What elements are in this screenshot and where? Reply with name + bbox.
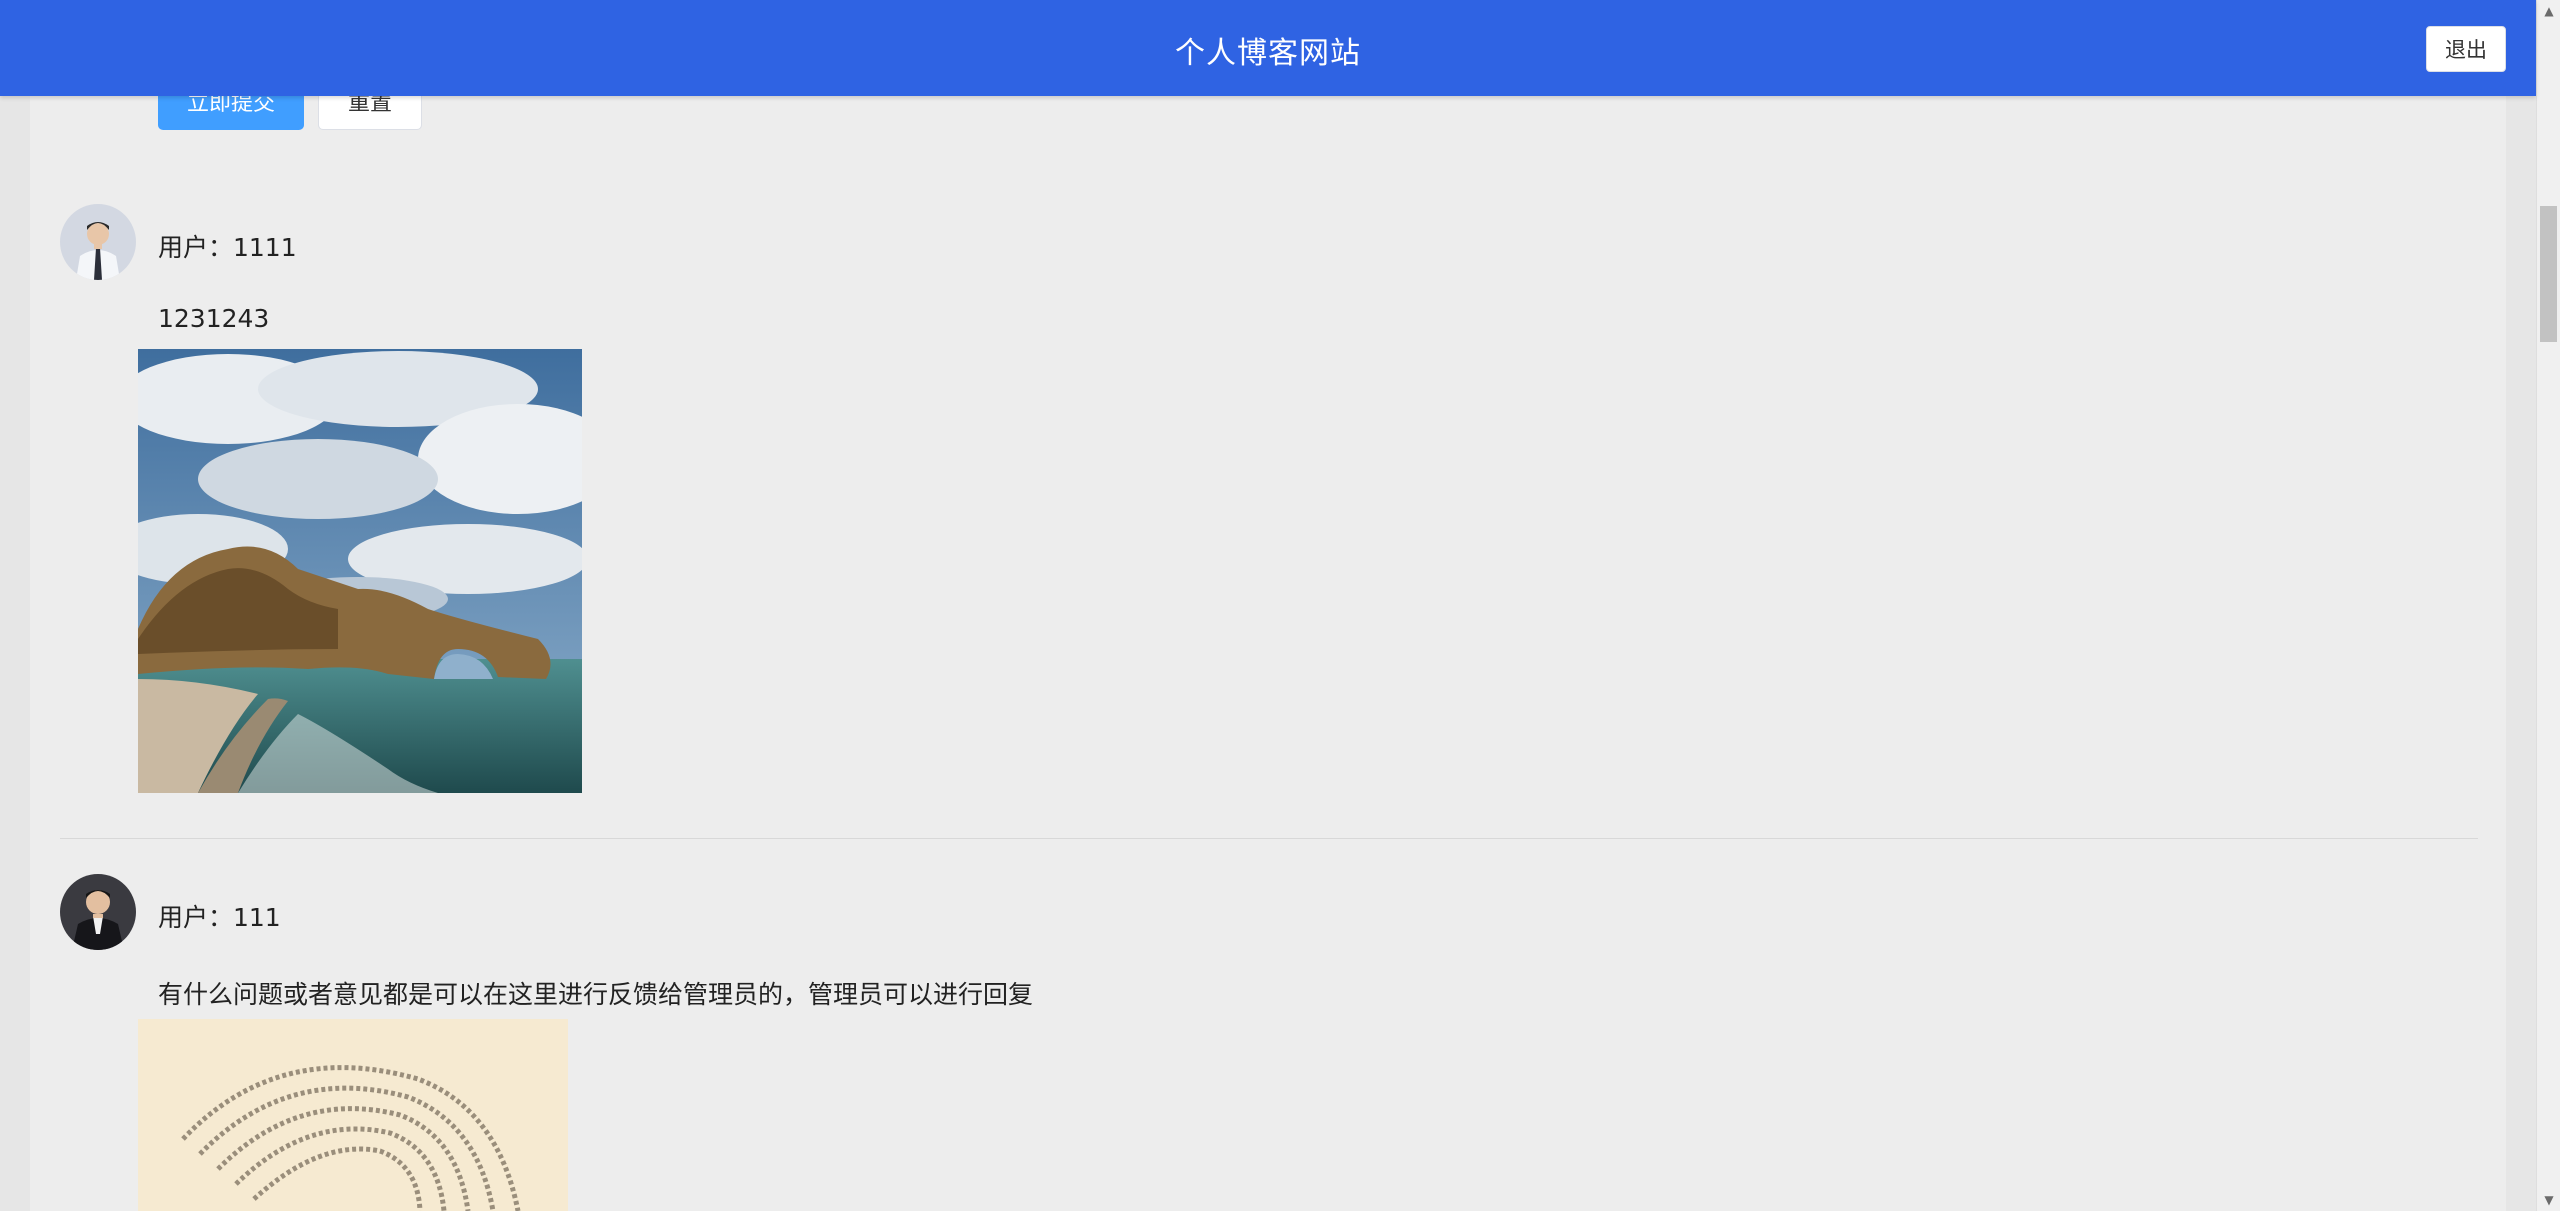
scroll-down-arrow-icon[interactable]: ▼ [2537, 1189, 2560, 1211]
page: 立即提交 重置 个人博客网站 退出 用户：1111 1231243 用户：111… [0, 0, 2560, 1211]
post-1-text: 1231243 [158, 304, 270, 333]
top-header: 个人博客网站 退出 [0, 0, 2536, 96]
vertical-scrollbar[interactable]: ▲ ▼ [2536, 0, 2560, 1211]
scrollbar-thumb[interactable] [2540, 206, 2557, 342]
post-2-username: 用户：111 [158, 903, 281, 932]
logout-button[interactable]: 退出 [2426, 26, 2506, 72]
scroll-up-arrow-icon[interactable]: ▲ [2537, 0, 2560, 22]
avatar-man-white-shirt-icon [60, 204, 136, 280]
post-divider [60, 838, 2478, 839]
avatar-man-black-suit-icon [60, 874, 136, 950]
post-1-username: 用户：1111 [158, 233, 297, 262]
spiral-text-poster-icon[interactable] [138, 1019, 568, 1211]
sea-arch-photo-icon[interactable] [138, 349, 582, 793]
logout-button-label: 退出 [2445, 38, 2487, 62]
post-2-text: 有什么问题或者意见都是可以在这里进行反馈给管理员的，管理员可以进行回复 [158, 980, 1034, 1009]
site-title: 个人博客网站 [1175, 36, 1361, 71]
